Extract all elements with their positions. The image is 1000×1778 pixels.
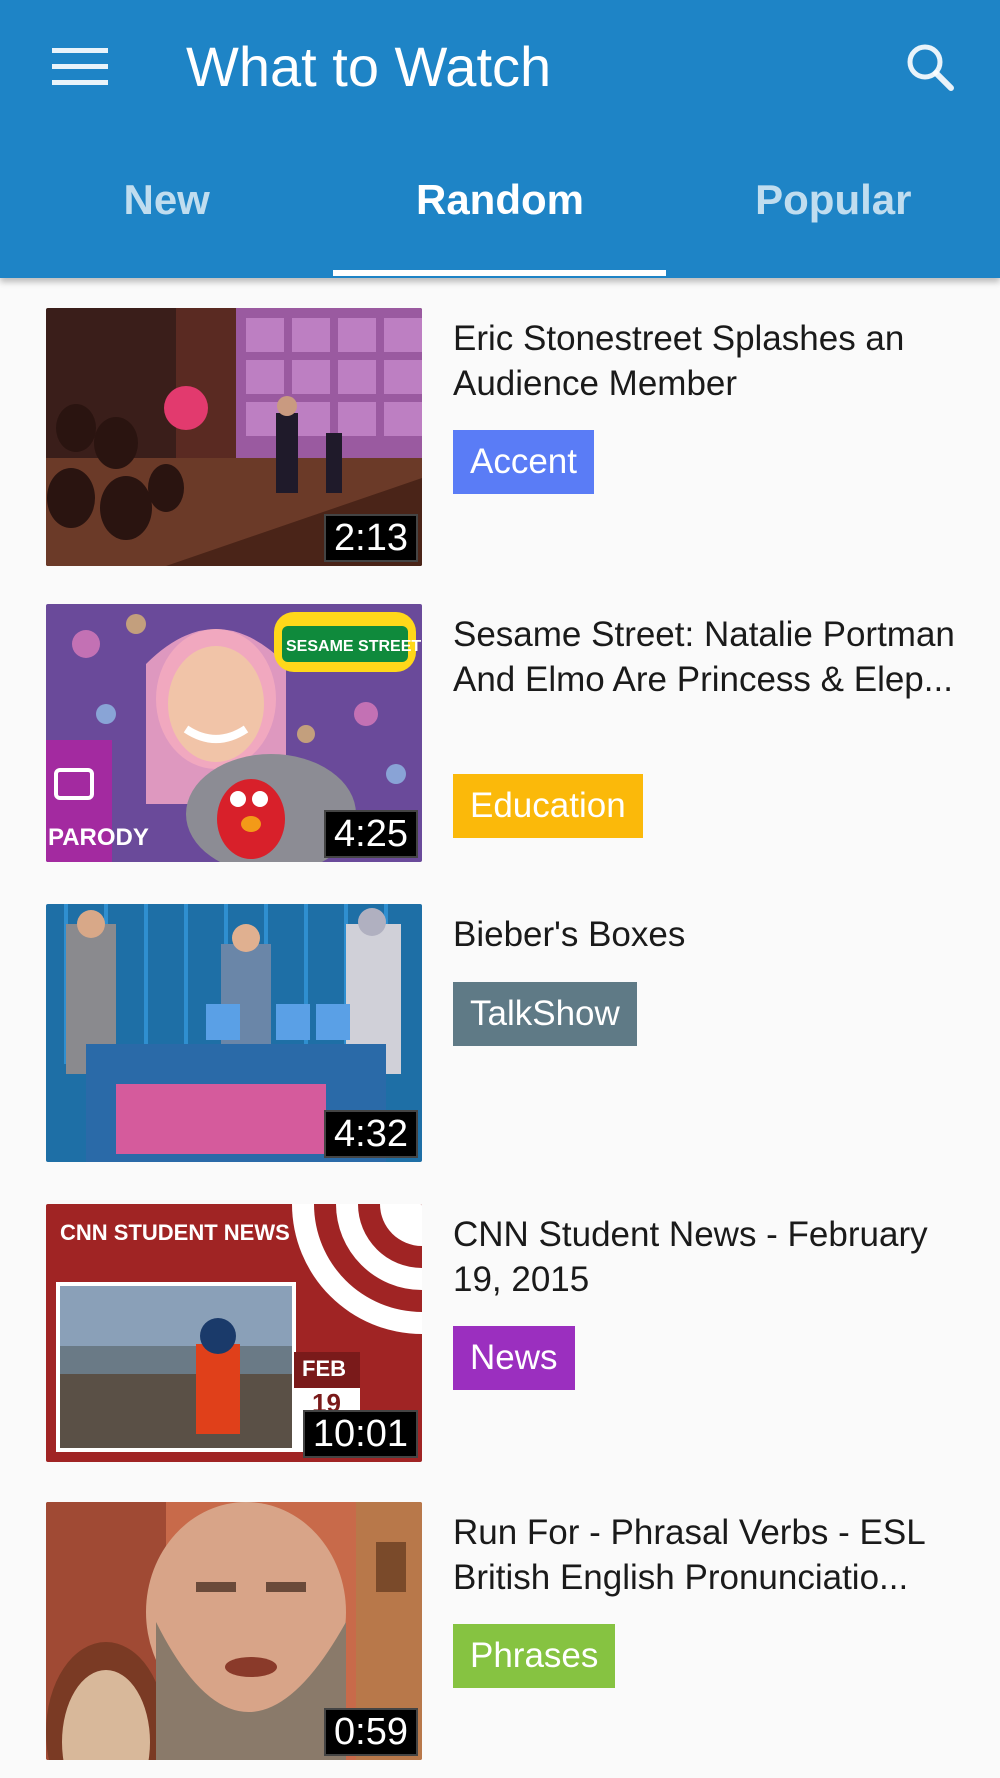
search-icon [907,44,954,91]
sesame-street-logo: SESAME STREET [286,638,422,655]
duration-badge: 4:25 [324,810,418,858]
menu-button[interactable] [40,32,120,102]
video-title[interactable]: Run For - Phrasal Verbs - ESL British En… [453,1510,983,1600]
video-title[interactable]: Bieber's Boxes [453,912,983,957]
category-tag[interactable]: Accent [453,430,594,494]
duration-badge: 4:32 [324,1110,418,1158]
video-title[interactable]: Eric Stonestreet Splashes an Audience Me… [453,316,983,406]
duration-badge: 2:13 [324,514,418,562]
tab-bar: New Random Popular [0,140,1000,278]
parody-badge: PARODY [48,824,149,851]
page-title: What to Watch [186,35,552,98]
video-item[interactable]: 0:59 Run For - Phrasal Verbs - ESL Briti… [0,1472,1000,1760]
video-title[interactable]: CNN Student News - February 19, 2015 [453,1212,983,1302]
video-item[interactable]: 4:32 Bieber's Boxes TalkShow [0,874,1000,1162]
app-bar: What to Watch New Random Popular [0,0,1000,278]
category-tag[interactable]: News [453,1326,575,1390]
video-thumbnail[interactable]: SESAME STREET PARODY 4:25 [46,604,422,862]
category-tag[interactable]: Education [453,774,643,838]
video-thumbnail[interactable]: 4:32 [46,904,422,1162]
tab-new[interactable]: New [0,140,333,278]
video-thumbnail[interactable]: 0:59 [46,1502,422,1760]
video-thumbnail[interactable]: 2:13 [46,308,422,566]
thumb-date-month: FEB [302,1356,346,1381]
duration-badge: 0:59 [324,1708,418,1756]
search-button[interactable] [890,32,970,102]
video-thumbnail[interactable]: CNN STUDENT NEWS FEB 19 10:01 [46,1204,422,1462]
duration-badge: 10:01 [302,1410,418,1458]
tab-random[interactable]: Random [333,140,667,278]
hamburger-menu-icon [52,48,108,85]
tab-popular[interactable]: Popular [667,140,1000,278]
video-title[interactable]: Sesame Street: Natalie Portman And Elmo … [453,612,983,702]
category-tag[interactable]: Phrases [453,1624,616,1688]
video-item[interactable]: 2:13 Eric Stonestreet Splashes an Audien… [0,278,1000,566]
video-item[interactable]: CNN STUDENT NEWS FEB 19 10:01 CNN Studen… [0,1174,1000,1462]
video-item[interactable]: SESAME STREET PARODY 4:25 Sesame Street:… [0,574,1000,862]
cnn-student-news-header: CNN STUDENT NEWS [60,1220,290,1245]
category-tag[interactable]: TalkShow [453,982,637,1046]
